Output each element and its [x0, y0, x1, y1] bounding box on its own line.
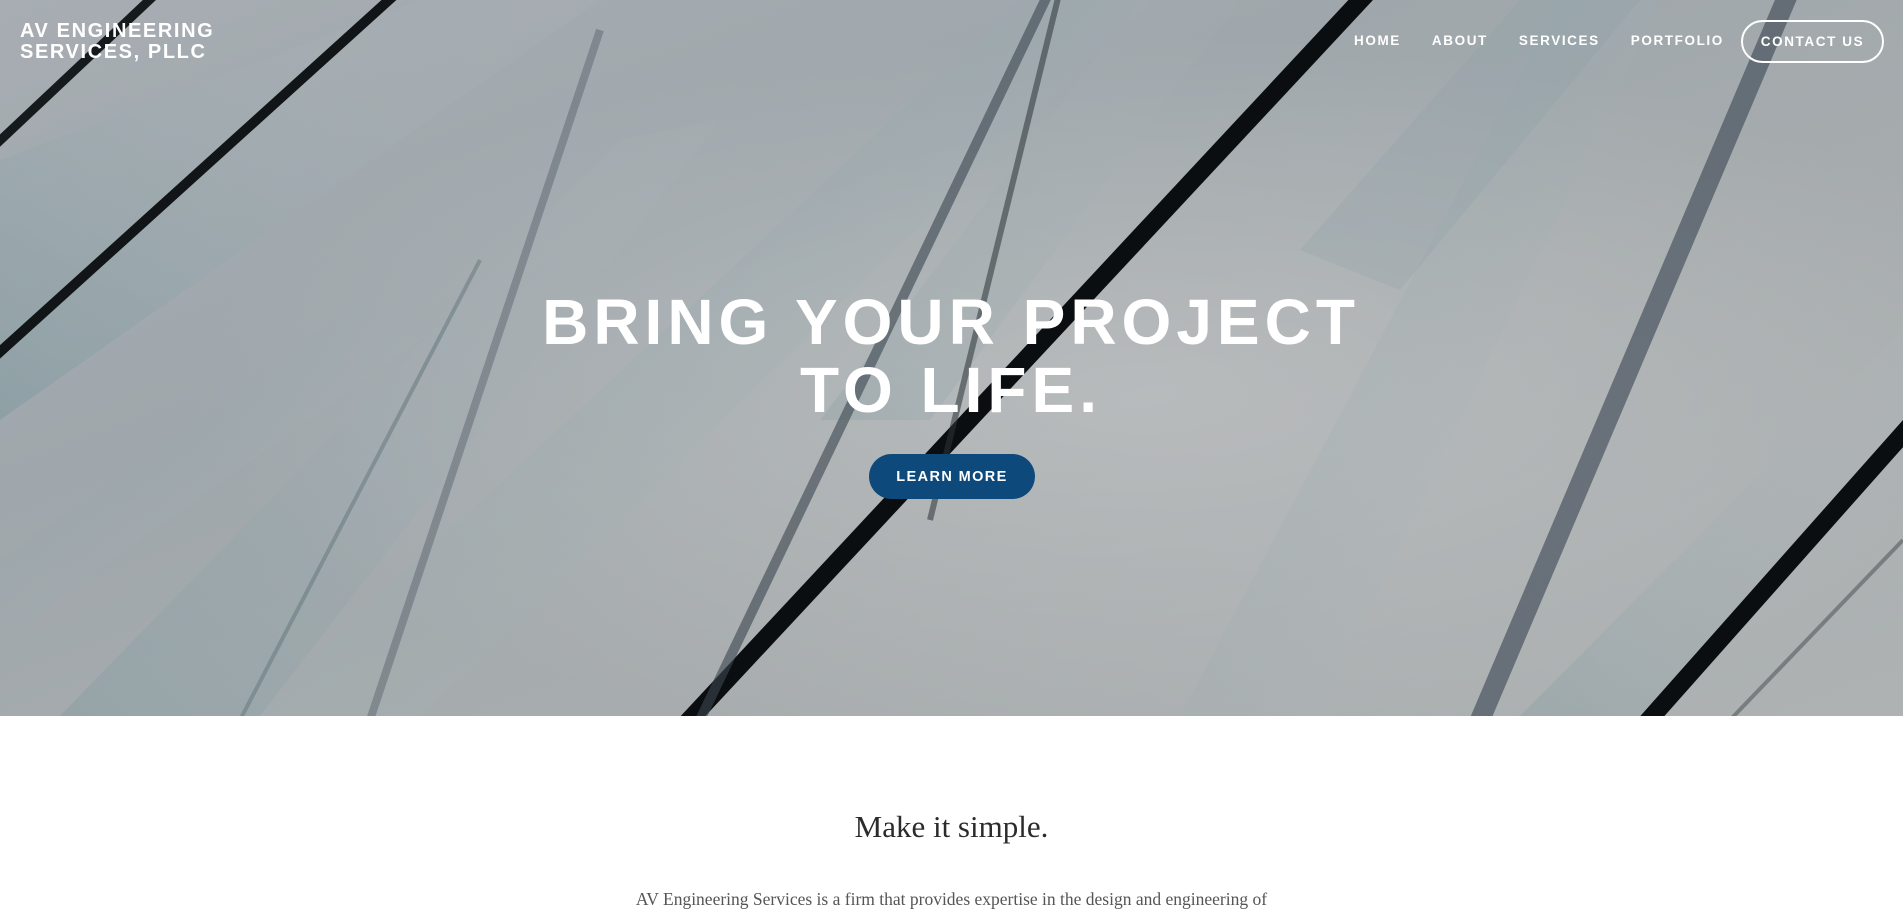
nav-link-about[interactable]: ABOUT [1432, 33, 1488, 49]
site-title-line2: SERVICES, PLLC [20, 41, 207, 63]
hero-section: AV ENGINEERING SERVICES, PLLC HOME ABOUT… [0, 0, 1903, 716]
site-header: AV ENGINEERING SERVICES, PLLC HOME ABOUT… [0, 0, 1903, 84]
nav-link-home[interactable]: HOME [1354, 33, 1401, 49]
hero-heading-line2: TO LIFE. [800, 354, 1102, 426]
intro-heading: Make it simple. [854, 809, 1049, 844]
main-nav: HOME ABOUT SERVICES PORTFOLIO [1354, 33, 1755, 49]
page: AV ENGINEERING SERVICES, PLLC HOME ABOUT… [0, 0, 1903, 920]
intro-paragraph: AV Engineering Services is a firm that p… [635, 889, 1268, 909]
hero-heading: BRING YOUR PROJECT TO LIFE. [451, 288, 1451, 424]
site-title-link[interactable]: AV ENGINEERING SERVICES, PLLC [20, 21, 280, 63]
hero-heading-line1: BRING YOUR PROJECT [542, 286, 1360, 358]
intro-section: Make it simple. AV Engineering Services … [0, 716, 1903, 920]
site-title-line1: AV ENGINEERING [20, 20, 215, 42]
contact-us-button[interactable]: CONTACT US [1741, 20, 1884, 63]
nav-link-services[interactable]: SERVICES [1519, 33, 1600, 49]
learn-more-button[interactable]: LEARN MORE [869, 454, 1035, 499]
nav-link-portfolio[interactable]: PORTFOLIO [1631, 33, 1724, 49]
